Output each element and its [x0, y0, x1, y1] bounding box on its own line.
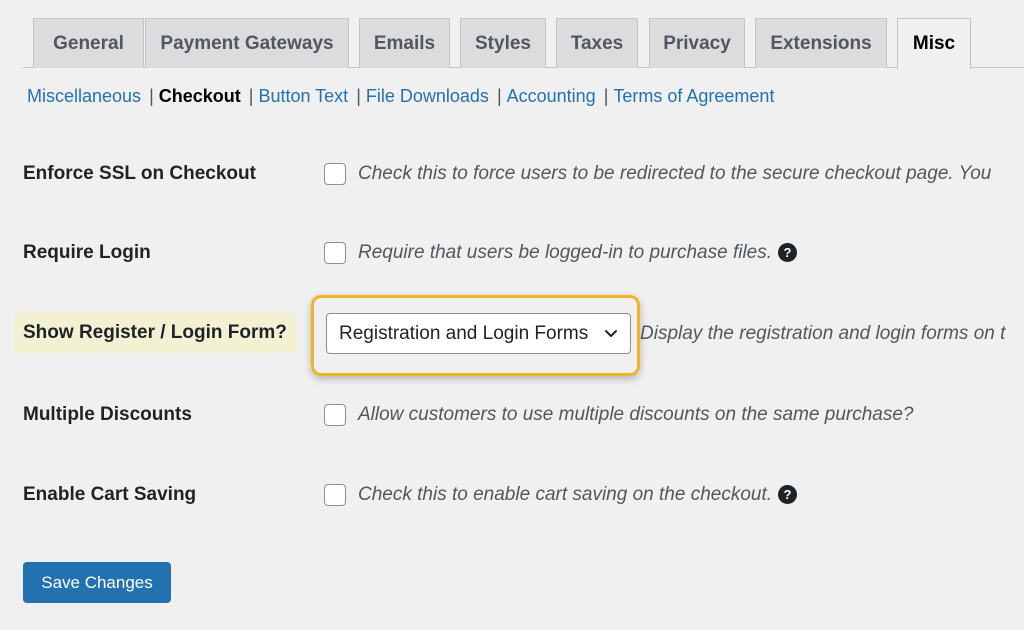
tab-styles[interactable]: Styles [460, 18, 546, 68]
cart-saving-description: Check this to enable cart saving on the … [358, 484, 773, 505]
chevron-down-icon [605, 330, 617, 337]
require-login-checkbox[interactable] [324, 242, 346, 264]
show-register-login-label: Show Register / Login Form? [14, 313, 297, 353]
multiple-discounts-description: Allow customers to use multiple discount… [358, 404, 914, 425]
subnav-terms-of-agreement[interactable]: Terms of Agreement [613, 86, 774, 106]
enforce-ssl-checkbox[interactable] [324, 163, 346, 185]
subnav-separator: | [149, 86, 154, 106]
subnav-separator: | [356, 86, 361, 106]
subnav-checkout: Checkout [158, 86, 241, 106]
subnav-separator: | [496, 86, 502, 106]
multiple-discounts-label: Multiple Discounts [23, 404, 192, 425]
register-login-form-select[interactable]: Registration and Login Forms [326, 313, 631, 354]
settings-tabs: General Payment Gateways Emails Styles T… [23, 18, 1024, 69]
subnav-accounting[interactable]: Accounting [507, 86, 596, 106]
tab-general[interactable]: General [33, 18, 144, 68]
subnav-button-text[interactable]: Button Text [258, 86, 348, 106]
multiple-discounts-checkbox[interactable] [324, 404, 346, 426]
tab-payment-gateways[interactable]: Payment Gateways [145, 18, 349, 68]
tab-extensions[interactable]: Extensions [755, 18, 887, 68]
register-login-form-select-value: Registration and Login Forms [339, 322, 589, 344]
enforce-ssl-description: Check this to force users to be redirect… [358, 163, 992, 184]
show-register-login-description: Display the registration and login forms… [640, 323, 1006, 344]
tab-emails[interactable]: Emails [359, 18, 450, 68]
subnav-miscellaneous[interactable]: Miscellaneous [27, 86, 141, 106]
subnav-separator: | [603, 86, 609, 106]
require-login-description-row: Require that users be logged-in to purch… [358, 242, 798, 264]
tab-privacy[interactable]: Privacy [649, 18, 745, 68]
enforce-ssl-label: Enforce SSL on Checkout [23, 163, 256, 184]
tab-misc[interactable]: Misc [897, 18, 971, 69]
subnav-separator: | [248, 86, 254, 106]
require-login-description: Require that users be logged-in to purch… [358, 242, 773, 263]
cart-saving-description-row: Check this to enable cart saving on the … [358, 484, 798, 506]
section-subnav: Miscellaneous | Checkout | Button Text | File … [27, 86, 774, 107]
require-login-label: Require Login [23, 242, 151, 263]
tab-taxes[interactable]: Taxes [556, 18, 638, 68]
help-icon[interactable]: ? [778, 243, 798, 262]
help-icon[interactable]: ? [778, 485, 798, 504]
save-changes-button[interactable]: Save Changes [23, 562, 171, 603]
cart-saving-label: Enable Cart Saving [23, 484, 197, 505]
cart-saving-checkbox[interactable] [324, 484, 346, 506]
subnav-file-downloads[interactable]: File Downloads [366, 86, 489, 106]
